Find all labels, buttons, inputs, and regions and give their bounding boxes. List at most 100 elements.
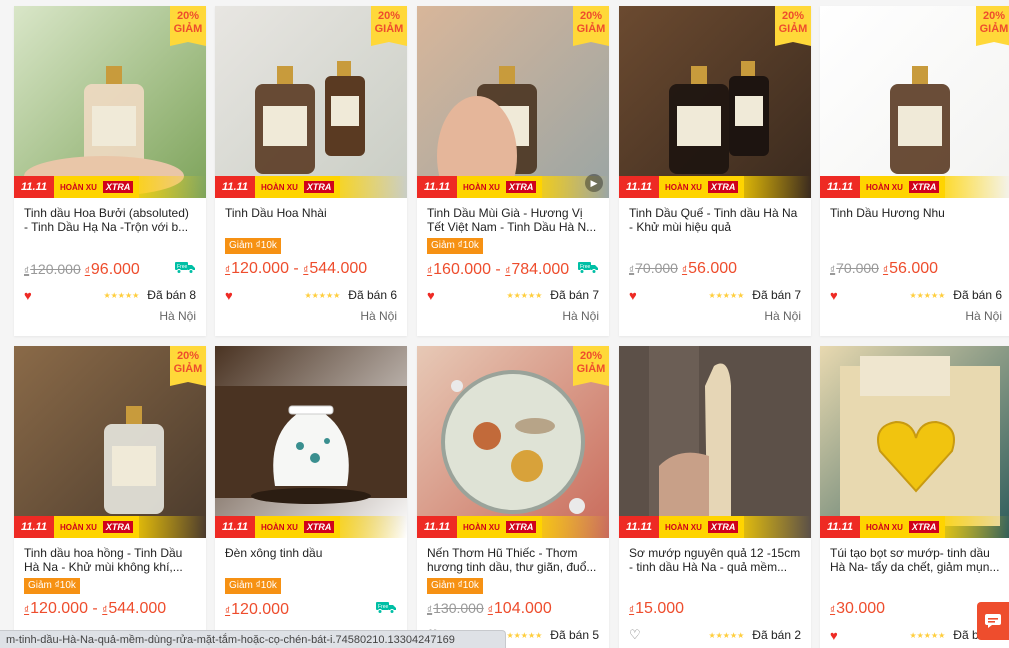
- sale-banner: 11.11 HOÀN XU XTRA: [14, 516, 206, 538]
- product-card[interactable]: 20% GIẢM 11.11 HOÀN XU XTRA Tinh Dầu Hươn…: [820, 6, 1009, 336]
- product-image[interactable]: 20% GIẢM 11.11 HOÀN XU XTRA ▶: [417, 6, 609, 198]
- original-price-value: 120.000: [30, 261, 81, 277]
- product-card[interactable]: 20% GIẢM 11.11 HOÀN XU XTRA Tinh dầu Hoa …: [14, 6, 206, 336]
- heart-outline-icon[interactable]: ♡: [629, 627, 643, 643]
- heart-filled-icon[interactable]: ♥: [830, 628, 844, 643]
- banner-fade: [945, 176, 1009, 198]
- product-image[interactable]: 20% GIẢM 11.11 HOÀN XU XTRA: [417, 346, 609, 538]
- chat-button[interactable]: [977, 602, 1009, 640]
- freeship-icon: Free: [577, 260, 599, 274]
- discount-badge: 20% GIẢM: [371, 6, 407, 46]
- product-card[interactable]: 20% GIẢM 11.11 HOÀN XU XTRA Tinh Dầu Hoa …: [215, 6, 407, 336]
- rating-stars-icon: ★★★★★: [708, 290, 745, 300]
- sold-count: Đã bán 2: [752, 628, 801, 642]
- product-image[interactable]: 20% GIẢM 11.11 HOÀN XU XTRA: [14, 6, 206, 198]
- product-name[interactable]: Tinh Dầu Quế - Tinh dầu Hà Na - Khử mùi …: [629, 206, 801, 234]
- svg-text:Free: Free: [378, 604, 389, 610]
- sale-banner: 11.11 HOÀN XU XTRA: [619, 176, 811, 198]
- price-row: ₫70.000 ₫56.000: [830, 260, 1002, 280]
- banner-fade: [542, 516, 609, 538]
- heart-filled-icon[interactable]: ♥: [225, 288, 239, 303]
- discount-badge: 20% GIẢM: [170, 6, 206, 46]
- hoan-xu-text: HOÀN XU: [866, 522, 903, 532]
- sale-banner: 11.11 HOÀN XU XTRA: [14, 176, 206, 198]
- product-card[interactable]: 20% GIẢM 11.11 HOÀN XU XTRA Tinh Dầu Quế …: [619, 6, 811, 336]
- sale-1111-label: 11.11: [14, 516, 54, 538]
- sold-count: Đã bán 6: [953, 288, 1002, 302]
- product-name[interactable]: Túi tạo bọt sơ mướp- tinh dầu Hà Na- tẩy…: [830, 546, 1002, 574]
- heart-filled-icon[interactable]: ♥: [24, 288, 38, 303]
- status-bar-url: m-tinh-dầu-Hà-Na-quả-mềm-dùng-rửa-mặt-tắ…: [0, 630, 506, 648]
- product-image[interactable]: 20% GIẢM 11.11 HOÀN XU XTRA: [820, 6, 1009, 198]
- voucher-tag: Giảm ₫10k: [225, 578, 281, 594]
- product-name[interactable]: Tinh dầu hoa hồng - Tinh Dầu Hà Na - Khử…: [24, 546, 196, 574]
- product-image[interactable]: 11.11 HOÀN XU XTRA: [215, 346, 407, 538]
- hoan-xu-label: HOÀN XU XTRA: [54, 176, 140, 198]
- hoan-xu-text: HOÀN XU: [665, 522, 702, 532]
- voucher-tag: Giảm ₫10k: [225, 238, 281, 254]
- currency-symbol: ₫: [629, 265, 635, 276]
- product-card[interactable]: 20% GIẢM 11.11 HOÀN XU XTRA ▶ Tinh Dầu Mù…: [417, 6, 609, 336]
- original-price-value: 130.000: [433, 600, 484, 616]
- heart-filled-icon[interactable]: ♥: [830, 288, 844, 303]
- product-card[interactable]: 20% GIẢM 11.11 HOÀN XU XTRA Tinh dầu hoa …: [14, 346, 206, 648]
- product-name[interactable]: Tinh Dầu Mùi Già - Hương Vị Tết Việt Nam…: [427, 206, 599, 234]
- sale-price: ₫15.000: [629, 600, 684, 618]
- product-image[interactable]: 11.11 HOÀN XU XTRA: [619, 346, 811, 538]
- product-name[interactable]: Đèn xông tinh dầu: [225, 546, 397, 574]
- heart-filled-icon[interactable]: ♥: [629, 288, 643, 303]
- product-card[interactable]: 20% GIẢM 11.11 HOÀN XU XTRA Nến Thơm Hũ T…: [417, 346, 609, 648]
- banner-fade: [340, 516, 407, 538]
- xtra-label: XTRA: [707, 521, 739, 533]
- sold-count: Đã bán 5: [550, 628, 599, 642]
- price-row: ₫120.000 ₫96.000 Free: [24, 260, 196, 280]
- xtra-label: XTRA: [908, 181, 940, 193]
- sale-1111-label: 11.11: [215, 516, 255, 538]
- product-name[interactable]: Tinh dầu Hoa Bưởi (absoluted) - Tinh Dầu…: [24, 206, 196, 234]
- play-icon[interactable]: ▶: [585, 174, 603, 192]
- product-image[interactable]: 11.11 HOÀN XU XTRA: [820, 346, 1009, 538]
- sale-banner: 11.11 HOÀN XU XTRA: [215, 176, 407, 198]
- sale-banner: 11.11 HOÀN XU XTRA: [619, 516, 811, 538]
- product-image[interactable]: 20% GIẢM 11.11 HOÀN XU XTRA: [619, 6, 811, 198]
- hoan-xu-label: HOÀN XU XTRA: [54, 516, 140, 538]
- meta-row: ♥ ★★★★★ Đã bán 6: [830, 288, 1002, 303]
- product-image[interactable]: 20% GIẢM 11.11 HOÀN XU XTRA: [14, 346, 206, 538]
- currency-symbol: ₫: [102, 605, 108, 616]
- sale-price: ₫56.000: [682, 260, 737, 278]
- price-row: ₫120.000 - ₫544.000: [24, 600, 196, 620]
- banner-fade: [744, 516, 811, 538]
- banner-fade: [139, 516, 206, 538]
- hoan-xu-label: HOÀN XU XTRA: [457, 176, 543, 198]
- heart-filled-icon[interactable]: ♥: [427, 288, 441, 303]
- meta-row: ♥ ★★★★★ Đã bán 7: [629, 288, 801, 303]
- currency-symbol: ₫: [629, 605, 635, 616]
- currency-symbol: ₫: [24, 605, 30, 616]
- sale-banner: 11.11 HOÀN XU XTRA: [820, 516, 1009, 538]
- currency-symbol: ₫: [882, 265, 889, 276]
- voucher-tag: Giảm ₫10k: [427, 578, 483, 594]
- rating-stars-icon: ★★★★★: [909, 290, 946, 300]
- product-name[interactable]: Tinh Dầu Hoa Nhài: [225, 206, 397, 234]
- discount-badge: 20% GIẢM: [775, 6, 811, 46]
- sale-price-value: 120.000: [30, 600, 88, 617]
- product-card[interactable]: 11.11 HOÀN XU XTRA Đèn xông tinh dầu Giảm …: [215, 346, 407, 648]
- sale-banner: 11.11 HOÀN XU XTRA: [417, 176, 609, 198]
- sale-banner: 11.11 HOÀN XU XTRA: [820, 176, 1009, 198]
- sale-price: ₫160.000 - ₫784.000: [427, 261, 570, 278]
- hoan-xu-text: HOÀN XU: [463, 182, 500, 192]
- original-price-value: 70.000: [635, 260, 678, 276]
- sale-1111-label: 11.11: [619, 176, 659, 198]
- rating-stars-icon: ★★★★★: [909, 630, 946, 640]
- sale-price: ₫120.000: [225, 601, 289, 619]
- svg-text:Free: Free: [177, 264, 188, 270]
- xtra-label: XTRA: [303, 181, 335, 193]
- product-image[interactable]: 20% GIẢM 11.11 HOÀN XU XTRA: [215, 6, 407, 198]
- product-name[interactable]: Sơ mướp nguyên quả 12 -15cm - tinh dầu H…: [629, 546, 801, 574]
- product-name[interactable]: Tinh Dầu Hương Nhu: [830, 206, 1002, 234]
- product-card[interactable]: 11.11 HOÀN XU XTRA Sơ mướp nguyên quả 12 …: [619, 346, 811, 648]
- product-name[interactable]: Nến Thơm Hũ Thiếc - Thơm hương tinh dầu,…: [427, 546, 599, 574]
- sale-price-value: 120.000: [231, 260, 289, 277]
- sale-price: ₫120.000 - ₫544.000: [24, 600, 167, 617]
- price-row: ₫160.000 - ₫784.000 Free: [427, 260, 599, 280]
